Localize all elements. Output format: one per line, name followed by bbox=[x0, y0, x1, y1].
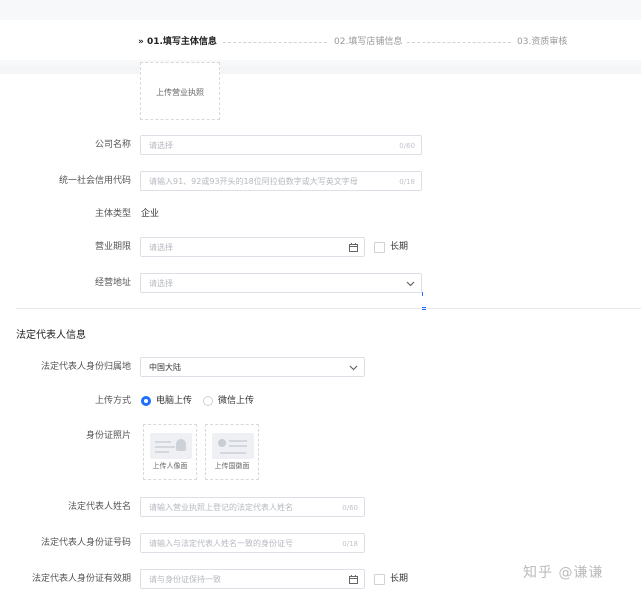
header-divider bbox=[0, 66, 641, 74]
credit-code-input[interactable]: 请输入91、92或93开头的18位阿拉伯数字或大写英文字母 0/18 bbox=[140, 171, 422, 191]
legal-id-validity-label: 法定代表人身份证有效期 bbox=[31, 574, 131, 584]
calendar-icon[interactable] bbox=[349, 570, 358, 592]
business-term-input[interactable]: 请选择 bbox=[140, 237, 365, 257]
business-address-select[interactable]: 请选择 bbox=[140, 273, 422, 293]
section-divider bbox=[16, 308, 641, 309]
radio-wechat-upload[interactable] bbox=[203, 396, 213, 406]
business-term-placeholder: 请选择 bbox=[149, 243, 173, 252]
legal-id-number-counter: 0/18 bbox=[342, 540, 358, 548]
id-front-upload[interactable]: 上传人像面 bbox=[143, 424, 197, 480]
id-validity-long-label: 长期 bbox=[390, 574, 409, 584]
license-upload-box[interactable]: 上传营业执照 bbox=[140, 62, 220, 120]
chevron-down-icon bbox=[406, 274, 415, 296]
watermark: 知乎 @谦谦 bbox=[523, 565, 604, 581]
legal-id-validity-input[interactable]: 请与身份证保持一致 bbox=[140, 569, 365, 589]
company-name-counter: 0/60 bbox=[399, 142, 415, 150]
business-term-long-checkbox[interactable] bbox=[374, 242, 385, 253]
scroll-indicator bbox=[422, 292, 423, 296]
radio-pc-upload-label: 电脑上传 bbox=[156, 396, 193, 406]
legal-id-number-label: 法定代表人身份证号码 bbox=[40, 538, 131, 548]
company-name-placeholder: 请选择 bbox=[149, 141, 173, 150]
entity-type-value: 企业 bbox=[141, 209, 160, 219]
legal-name-counter: 0/60 bbox=[342, 504, 358, 512]
legal-name-placeholder: 请输入营业执照上登记的法定代表人姓名 bbox=[149, 503, 293, 512]
credit-code-placeholder: 请输入91、92或93开头的18位阿拉伯数字或大写英文字母 bbox=[149, 177, 358, 186]
step-1: » 01.填写主体信息 bbox=[138, 37, 217, 47]
step-2: 02.填写店铺信息 bbox=[334, 37, 403, 47]
id-validity-long-checkbox[interactable] bbox=[374, 574, 385, 585]
business-term-long-label: 长期 bbox=[390, 242, 409, 252]
id-front-image bbox=[150, 433, 192, 459]
id-region-label: 法定代表人身份归属地 bbox=[40, 362, 131, 372]
license-upload-label: 上传营业执照 bbox=[156, 88, 204, 97]
business-address-placeholder: 请选择 bbox=[149, 279, 173, 288]
business-address-label: 经营地址 bbox=[94, 278, 131, 288]
step-connector bbox=[223, 42, 327, 43]
id-front-caption: 上传人像面 bbox=[152, 462, 188, 470]
id-region-value: 中国大陆 bbox=[149, 363, 181, 372]
id-back-image bbox=[212, 433, 254, 459]
business-term-label: 营业期限 bbox=[94, 242, 131, 252]
legal-section-title: 法定代表人信息 bbox=[16, 330, 86, 341]
company-name-input[interactable]: 请选择 0/60 bbox=[140, 135, 422, 155]
step-connector bbox=[407, 42, 511, 43]
legal-name-input[interactable]: 请输入营业执照上登记的法定代表人姓名 0/60 bbox=[140, 497, 365, 517]
legal-id-number-placeholder: 请输入与法定代表人姓名一致的身份证号 bbox=[149, 539, 293, 548]
radio-wechat-upload-label: 微信上传 bbox=[218, 396, 255, 406]
id-back-caption: 上传国徽面 bbox=[214, 462, 250, 470]
credit-code-label: 统一社会信用代码 bbox=[58, 176, 131, 186]
credit-code-counter: 0/18 bbox=[399, 178, 415, 186]
entity-type-label: 主体类型 bbox=[94, 209, 131, 219]
chevron-down-icon bbox=[349, 358, 358, 380]
legal-id-number-input[interactable]: 请输入与法定代表人姓名一致的身份证号 0/18 bbox=[140, 533, 365, 553]
upload-method-label: 上传方式 bbox=[94, 396, 131, 406]
id-photo-label: 身份证照片 bbox=[85, 431, 131, 441]
legal-id-validity-placeholder: 请与身份证保持一致 bbox=[149, 575, 221, 584]
step-3: 03.资质审核 bbox=[517, 37, 568, 47]
id-region-select[interactable]: 中国大陆 bbox=[140, 357, 365, 377]
id-back-upload[interactable]: 上传国徽面 bbox=[205, 424, 259, 480]
radio-pc-upload[interactable] bbox=[141, 396, 151, 406]
company-name-label: 公司名称 bbox=[94, 140, 131, 150]
calendar-icon[interactable] bbox=[349, 238, 358, 260]
step-bar: » 01.填写主体信息 02.填写店铺信息 03.资质审核 bbox=[0, 0, 641, 66]
legal-name-label: 法定代表人姓名 bbox=[67, 502, 131, 512]
